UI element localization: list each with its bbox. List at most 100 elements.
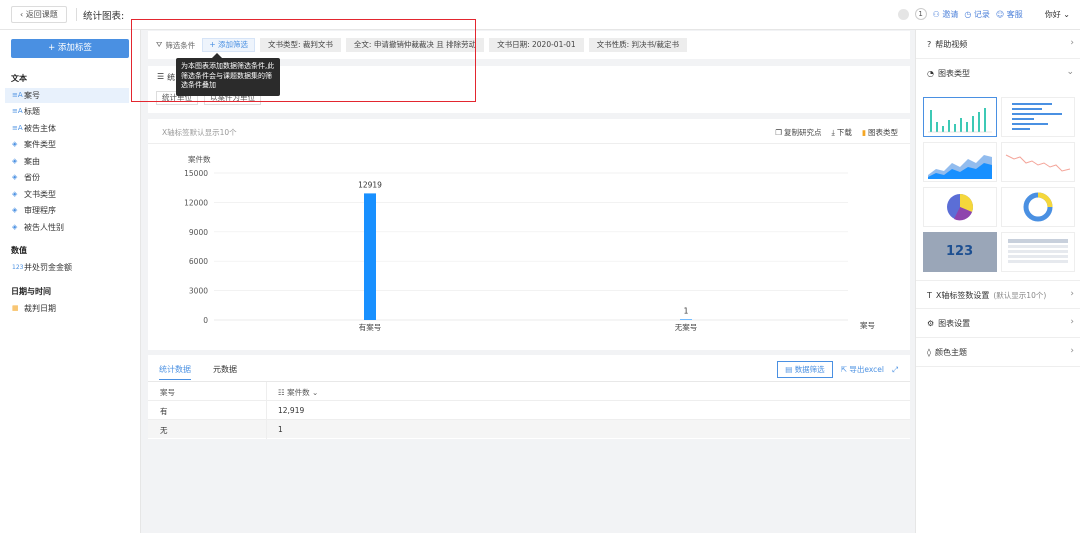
tab-metadata[interactable]: 元数据 bbox=[213, 364, 237, 380]
x-label-hint: (默认显示10个) bbox=[993, 291, 1047, 300]
back-label: 返回课题 bbox=[25, 10, 58, 19]
chart-type-row[interactable]: ◔ 图表类型 ⌄ bbox=[916, 59, 1080, 88]
chart-thumb-donut[interactable] bbox=[1001, 187, 1075, 227]
field-item[interactable]: ◈ 案由 bbox=[5, 154, 129, 169]
left-panel: + 添加标签 文本 ≡A 案号 ≡A 标题 ≡A 被告主体 ◈ 案件类型 ◈ 案由 ◈ 省份… bbox=[0, 30, 141, 533]
filter-chip[interactable]: 文书性质: 判决书/裁定书 bbox=[588, 38, 688, 52]
chart-type-button[interactable]: ▮ 图表类型 bbox=[862, 127, 898, 138]
export-excel-button[interactable]: ⇱ 导出excel bbox=[841, 364, 884, 375]
chevron-down-icon: ⌄ bbox=[1066, 67, 1074, 77]
chart-thumb-pie[interactable] bbox=[923, 187, 997, 227]
table-row: 无 1 bbox=[148, 419, 910, 438]
text-field-icon: ≡A bbox=[12, 107, 23, 115]
y-tick-label: 6000 bbox=[189, 257, 208, 266]
user-label: 你好 bbox=[1044, 9, 1061, 19]
chart-setting-row[interactable]: ⚙ 图表设置 › bbox=[916, 309, 1080, 338]
color-theme-row[interactable]: ◊ 颜色主题 › bbox=[916, 338, 1080, 367]
chart-thumb-line[interactable] bbox=[1001, 142, 1075, 182]
field-label: 被告主体 bbox=[24, 124, 56, 133]
table-cell: 12,919 bbox=[278, 406, 305, 415]
axis-icon: T bbox=[927, 291, 932, 300]
chart-setting-text: 图表设置 bbox=[938, 319, 971, 328]
download-button[interactable]: ⤓ 下载 bbox=[832, 127, 852, 138]
tabs: 统计数据 元数据 bbox=[159, 364, 237, 380]
column-header: 案号 bbox=[160, 388, 175, 397]
table-row: 有 12,919 bbox=[148, 400, 910, 419]
table-cell: 有 bbox=[160, 407, 168, 416]
field-label: 案号 bbox=[24, 91, 40, 100]
data-filter-label: 数据筛选 bbox=[794, 365, 825, 374]
field-item[interactable]: ◈ 被告人性别 bbox=[5, 220, 129, 235]
help-video-row[interactable]: ? 帮助视频 › bbox=[916, 30, 1080, 59]
chart-thumb-bar[interactable] bbox=[923, 97, 997, 137]
group-datetime: 日期与时间 bbox=[11, 287, 51, 296]
export-icon: ⇱ bbox=[840, 365, 847, 374]
y-tick-label: 12000 bbox=[184, 198, 208, 207]
data-label: 12919 bbox=[358, 180, 382, 189]
copy-label: 复制研究点 bbox=[784, 128, 822, 137]
chevron-right-icon: › bbox=[1070, 317, 1074, 327]
field-item[interactable]: ◈ 审理程序 bbox=[5, 203, 129, 218]
help-video-label: ? 帮助视频 bbox=[927, 39, 967, 50]
chart-thumb-hbar[interactable] bbox=[1001, 97, 1075, 137]
bar-thumb-icon bbox=[928, 108, 992, 133]
field-item[interactable]: ◈ 省份 bbox=[5, 170, 129, 185]
drop-icon: ◊ bbox=[927, 348, 931, 357]
field-item[interactable]: ≡A 被告主体 bbox=[5, 121, 129, 136]
field-item[interactable]: 123 并处罚金金额 bbox=[5, 260, 129, 275]
field-item[interactable]: ◈ 文书类型 bbox=[5, 187, 129, 202]
field-item[interactable]: ≡A 标题 bbox=[5, 104, 129, 119]
field-label: 并处罚金金额 bbox=[24, 263, 72, 272]
table-header: 案号 ☷ 案件数 ⌄ bbox=[148, 382, 910, 400]
gear-icon: ⚙ bbox=[927, 319, 935, 328]
x-label-setting-row[interactable]: T X轴标签数设置 (默认显示10个) › bbox=[916, 280, 1080, 309]
pie-thumb-icon bbox=[947, 194, 973, 221]
copy-research-button[interactable]: ❐ 复制研究点 bbox=[775, 127, 821, 138]
user-icon: ⚇ bbox=[932, 9, 940, 19]
chart-type-text: 图表类型 bbox=[937, 69, 970, 78]
chart-thumb-number[interactable]: 123 bbox=[923, 232, 997, 272]
chart-thumb-area[interactable] bbox=[923, 142, 997, 182]
calendar-icon: ▦ bbox=[12, 304, 19, 312]
record-link[interactable]: ◷ 记录 bbox=[964, 9, 990, 20]
chart-thumb-table[interactable] bbox=[1001, 232, 1075, 272]
field-label: 省份 bbox=[24, 173, 40, 182]
field-item[interactable]: ◈ 案件类型 bbox=[5, 137, 129, 152]
filter-chip[interactable]: 文书日期: 2020-01-01 bbox=[489, 38, 584, 52]
chart-type-label: ◔ 图表类型 bbox=[927, 68, 970, 79]
help-icon: ? bbox=[927, 40, 932, 49]
field-item[interactable]: ▦ 裁判日期 bbox=[5, 301, 129, 316]
layers-icon: ◈ bbox=[12, 190, 18, 198]
page-title: 统计图表: bbox=[83, 11, 125, 22]
service-label: 客服 bbox=[1006, 9, 1023, 19]
field-label: 案件类型 bbox=[24, 140, 56, 149]
highlight-box bbox=[131, 19, 476, 102]
field-label: 审理程序 bbox=[24, 206, 56, 215]
data-filter-button[interactable]: ▤ 数据筛选 bbox=[777, 361, 833, 378]
x-label-setting-text: X轴标签数设置 bbox=[935, 291, 990, 300]
chart-setting-label: ⚙ 图表设置 bbox=[927, 318, 970, 329]
hbar-thumb-icon bbox=[1012, 103, 1062, 130]
help-video-text: 帮助视频 bbox=[935, 40, 968, 49]
user-menu[interactable]: 你好 ⌄ bbox=[1045, 9, 1070, 20]
chevron-right-icon: › bbox=[1070, 289, 1074, 299]
text-field-icon: ≡A bbox=[12, 91, 23, 99]
bar bbox=[680, 319, 692, 320]
notification-count[interactable]: 1 bbox=[914, 8, 927, 20]
bar-chart-icon: ▮ bbox=[861, 128, 866, 137]
service-link[interactable]: ☺ 客服 bbox=[996, 9, 1023, 20]
field-item[interactable]: ≡A 案号 bbox=[5, 88, 129, 103]
back-button[interactable]: ‹ 返回课题 bbox=[11, 6, 67, 23]
layers-icon: ◈ bbox=[12, 140, 18, 148]
table-card: 统计数据 元数据 ▤ 数据筛选 ⇱ 导出excel ⤢ 案号 ☷ 案件数 ⌄ 有… bbox=[148, 355, 910, 439]
add-tag-button[interactable]: + 添加标签 bbox=[11, 39, 129, 58]
avatar[interactable] bbox=[897, 8, 909, 20]
chart-type-label: 图表类型 bbox=[868, 128, 898, 137]
bar-chart: 案件数 0 3000 6000 9000 12000 15000 12919 有案号 1 无案号 案号 bbox=[184, 154, 875, 332]
layers-icon: ◈ bbox=[12, 223, 18, 231]
tab-stat-data[interactable]: 统计数据 bbox=[159, 364, 191, 380]
field-label: 裁判日期 bbox=[24, 304, 56, 313]
column-header-sortable[interactable]: ☷ 案件数 ⌄ bbox=[278, 387, 318, 398]
fullscreen-icon[interactable]: ⤢ bbox=[892, 365, 898, 375]
invite-link[interactable]: ⚇ 邀请 bbox=[933, 9, 959, 20]
